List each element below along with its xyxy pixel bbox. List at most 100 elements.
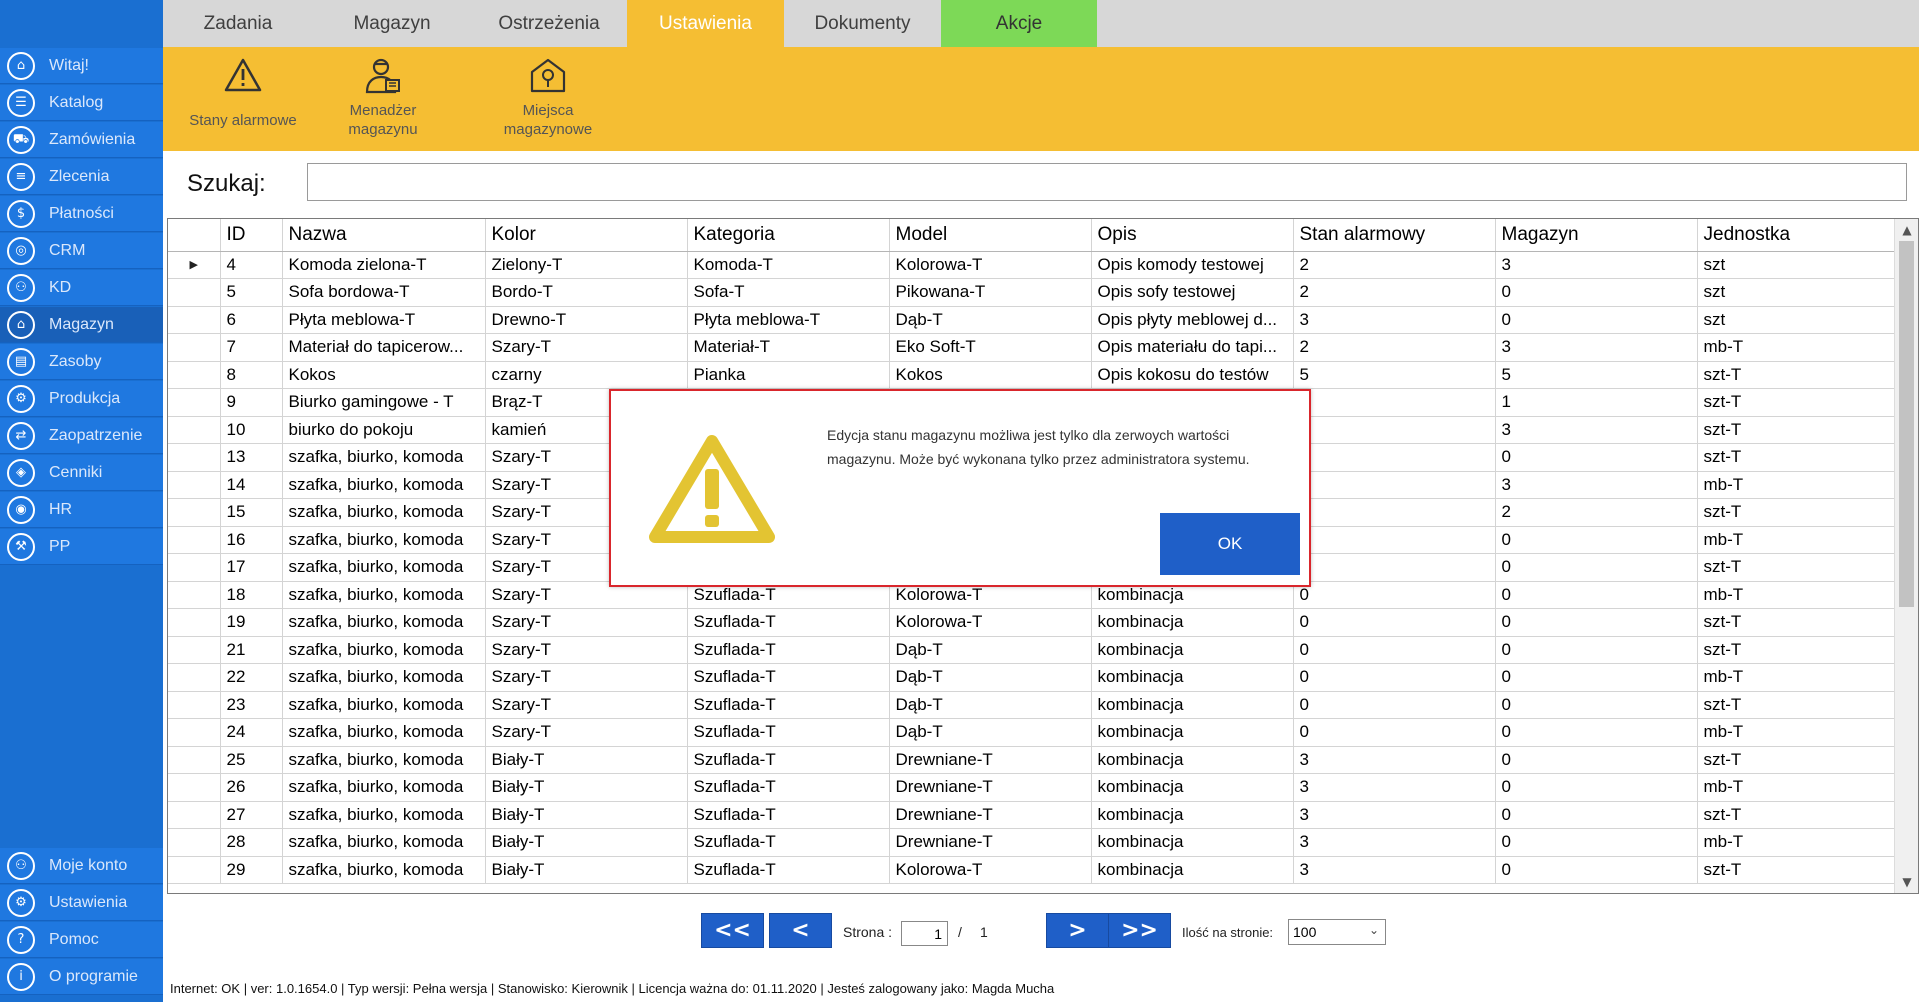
table-cell[interactable]: Biały-T: [485, 828, 688, 857]
table-cell[interactable]: Bordo-T: [485, 278, 688, 307]
table-row[interactable]: 23 szafka, biurko, komoda Szary-T Szuflada-…: [168, 691, 1896, 719]
table-cell[interactable]: Płyta meblowa-T: [282, 306, 486, 334]
table-cell[interactable]: Materiał-T: [687, 333, 890, 362]
table-cell[interactable]: Opis kokosu do testów: [1091, 361, 1294, 389]
row-selector[interactable]: [168, 306, 221, 334]
table-cell[interactable]: 4: [220, 251, 283, 279]
sidebar-item-hr[interactable]: ◉ HR: [0, 492, 163, 528]
table-cell[interactable]: Pianka: [687, 361, 890, 389]
table-cell[interactable]: mb-T: [1697, 471, 1896, 499]
table-cell[interactable]: 0: [1293, 718, 1496, 747]
table-cell[interactable]: Kokos: [282, 361, 486, 389]
next-page-button[interactable]: >: [1046, 913, 1109, 948]
warehouse-manager-button[interactable]: Menadżer magazynu: [333, 47, 433, 151]
row-selector[interactable]: [168, 636, 221, 664]
table-cell[interactable]: mb-T: [1697, 828, 1896, 857]
table-cell[interactable]: Szuflada-T: [687, 636, 890, 664]
table-cell[interactable]: szafka, biurko, komoda: [282, 471, 486, 499]
table-cell[interactable]: czarny: [485, 361, 688, 389]
row-selector[interactable]: [168, 718, 221, 747]
table-row[interactable]: 26 szafka, biurko, komoda Biały-T Szuflada-…: [168, 773, 1896, 802]
table-cell[interactable]: Biurko gamingowe - T: [282, 388, 486, 417]
table-cell[interactable]: 3: [1293, 828, 1496, 857]
table-cell[interactable]: kombinacja: [1091, 718, 1294, 747]
table-row[interactable]: 24 szafka, biurko, komoda Szary-T Szuflada-…: [168, 718, 1896, 747]
table-cell[interactable]: 0: [1495, 691, 1698, 719]
table-cell[interactable]: mb-T: [1697, 333, 1896, 362]
sidebar-item-zlecenia[interactable]: ≡ Zlecenia: [0, 159, 163, 195]
tab-zadania[interactable]: Zadania: [163, 0, 313, 47]
table-cell[interactable]: 3: [1293, 856, 1496, 884]
table-cell[interactable]: szt: [1697, 251, 1896, 279]
table-cell[interactable]: kombinacja: [1091, 856, 1294, 884]
table-cell[interactable]: 3: [1495, 416, 1698, 444]
table-cell[interactable]: [1293, 416, 1496, 444]
table-cell[interactable]: 3: [1495, 471, 1698, 499]
column-header[interactable]: ID: [220, 219, 283, 252]
sidebar-item-pomoc[interactable]: ? Pomoc: [0, 922, 163, 958]
table-cell[interactable]: 14: [220, 471, 283, 499]
table-cell[interactable]: Biały-T: [485, 746, 688, 774]
table-cell[interactable]: 0: [1495, 856, 1698, 884]
row-selector[interactable]: [168, 608, 221, 637]
table-cell[interactable]: kombinacja: [1091, 828, 1294, 857]
table-cell[interactable]: Dąb-T: [889, 691, 1092, 719]
storage-places-button[interactable]: Miejsca magazynowe: [493, 47, 603, 151]
table-cell[interactable]: 3: [1293, 773, 1496, 802]
sidebar-item-produkcja[interactable]: ⚙ Produkcja: [0, 381, 163, 417]
table-cell[interactable]: 3: [1293, 801, 1496, 829]
table-row[interactable]: 25 szafka, biurko, komoda Biały-T Szuflada-…: [168, 746, 1896, 774]
tab-ustawienia[interactable]: Ustawienia: [627, 0, 784, 47]
column-header[interactable]: Jednostka: [1697, 219, 1896, 252]
table-cell[interactable]: Kolorowa-T: [889, 251, 1092, 279]
row-selector[interactable]: [168, 828, 221, 857]
table-cell[interactable]: 10: [220, 416, 283, 444]
sidebar-item-witaj[interactable]: ⌂ Witaj!: [0, 48, 163, 84]
table-cell[interactable]: Szuflada-T: [687, 663, 890, 692]
table-cell[interactable]: 0: [1495, 608, 1698, 637]
table-cell[interactable]: Dąb-T: [889, 306, 1092, 334]
table-cell[interactable]: 0: [1495, 801, 1698, 829]
table-cell[interactable]: 2: [1293, 333, 1496, 362]
table-cell[interactable]: szt-T: [1697, 416, 1896, 444]
current-row-indicator-icon[interactable]: ▶: [168, 251, 221, 279]
scroll-up-icon[interactable]: ▲: [1895, 219, 1918, 241]
table-cell[interactable]: kombinacja: [1091, 691, 1294, 719]
ok-button[interactable]: OK: [1160, 513, 1300, 575]
table-cell[interactable]: Drewno-T: [485, 306, 688, 334]
table-cell[interactable]: 2: [1495, 498, 1698, 527]
table-cell[interactable]: szt-T: [1697, 388, 1896, 417]
column-header[interactable]: Opis: [1091, 219, 1294, 252]
scrollbar-thumb[interactable]: [1899, 241, 1914, 607]
table-cell[interactable]: mb-T: [1697, 581, 1896, 609]
table-cell[interactable]: 3: [1495, 251, 1698, 279]
table-cell[interactable]: 0: [1495, 581, 1698, 609]
table-cell[interactable]: 0: [1495, 306, 1698, 334]
table-cell[interactable]: 0: [1495, 636, 1698, 664]
table-cell[interactable]: 6: [220, 306, 283, 334]
table-cell[interactable]: Biały-T: [485, 801, 688, 829]
sidebar-item-crm[interactable]: ◎ CRM: [0, 233, 163, 269]
sidebar-item-cenniki[interactable]: ◈ Cenniki: [0, 455, 163, 491]
table-cell[interactable]: Szuflada-T: [687, 856, 890, 884]
alarm-states-button[interactable]: Stany alarmowe: [183, 47, 303, 151]
table-cell[interactable]: szt-T: [1697, 361, 1896, 389]
row-selector[interactable]: [168, 801, 221, 829]
table-cell[interactable]: kombinacja: [1091, 608, 1294, 637]
table-row[interactable]: 29 szafka, biurko, komoda Biały-T Szuflada-…: [168, 856, 1896, 884]
table-cell[interactable]: Pikowana-T: [889, 278, 1092, 307]
table-cell[interactable]: 7: [220, 333, 283, 362]
table-cell[interactable]: szt: [1697, 278, 1896, 307]
table-cell[interactable]: 19: [220, 608, 283, 637]
table-cell[interactable]: Opis materiału do tapi...: [1091, 333, 1294, 362]
table-cell[interactable]: Szuflada-T: [687, 608, 890, 637]
table-cell[interactable]: [1293, 388, 1496, 417]
table-cell[interactable]: 5: [220, 278, 283, 307]
table-cell[interactable]: biurko do pokoju: [282, 416, 486, 444]
table-cell[interactable]: kombinacja: [1091, 746, 1294, 774]
table-cell[interactable]: szafka, biurko, komoda: [282, 526, 486, 554]
table-cell[interactable]: 1: [1495, 388, 1698, 417]
row-selector[interactable]: [168, 333, 221, 362]
table-cell[interactable]: Komoda zielona-T: [282, 251, 486, 279]
table-row[interactable]: 22 szafka, biurko, komoda Szary-T Szuflada-…: [168, 663, 1896, 692]
